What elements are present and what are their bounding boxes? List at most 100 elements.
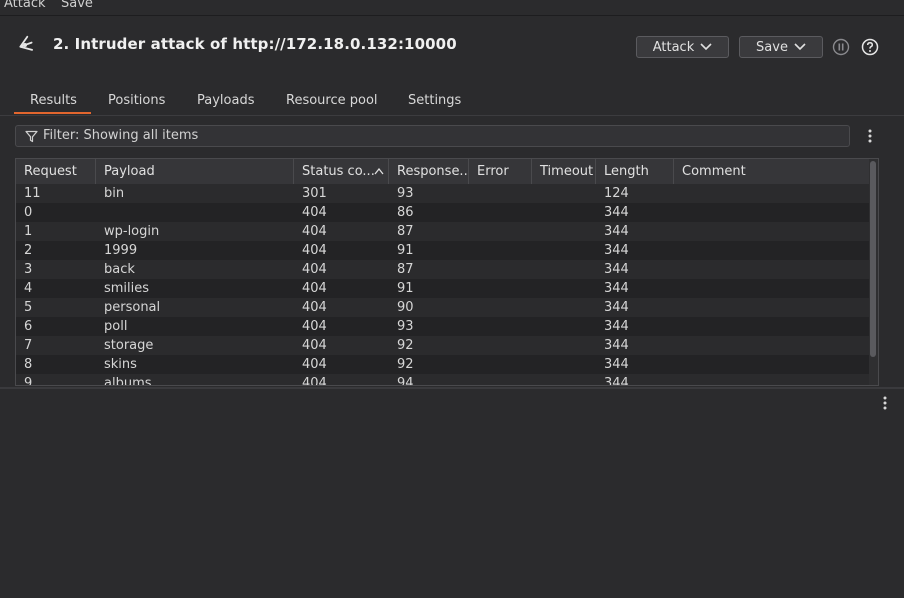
tab-bar: Results Positions Payloads Resource pool… [0,89,904,116]
vertical-scrollbar[interactable] [869,159,878,385]
cell-comment [674,374,869,385]
cell-status-code: 404 [302,281,327,296]
cell-payload: bin [104,186,125,201]
table-row[interactable]: 0 404 86 344 [16,203,869,222]
tab-resource-pool[interactable]: Resource pool [286,93,378,108]
cell-timeout [532,184,596,203]
cell-timeout [532,279,596,298]
column-header-timeout[interactable]: Timeout [532,159,596,184]
scrollbar-thumb[interactable] [870,161,876,357]
cell-request: 1 [24,224,33,239]
cell-response: 91 [397,243,414,258]
cell-length: 344 [604,357,629,372]
table-row[interactable]: 5 personal 404 90 344 [16,298,869,317]
table-body: 11 bin 301 93 124 0 404 86 344 1 wp-login 404 87 344 2… [16,184,869,386]
cell-status-code: 301 [302,186,327,201]
table-row[interactable]: 9 albums 404 94 344 [16,374,869,386]
cell-length: 344 [604,205,629,220]
table-row[interactable]: 3 back 404 87 344 [16,260,869,279]
table-row[interactable]: 8 skins 404 92 344 [16,355,869,374]
cell-request: 4 [24,281,33,296]
tab-positions[interactable]: Positions [108,93,165,108]
menu-bar: Attack Save [0,0,904,16]
cell-request: 11 [24,186,41,201]
back-arrow-icon[interactable] [14,34,36,56]
menu-attack[interactable]: Attack [4,0,46,11]
table-row[interactable]: 2 1999 404 91 344 [16,241,869,260]
filter-icon [25,130,38,143]
cell-comment [674,298,869,317]
cell-payload: wp-login [104,224,160,239]
tab-settings[interactable]: Settings [408,93,461,108]
cell-status-code: 404 [302,338,327,353]
chevron-down-icon [700,43,712,51]
cell-response: 94 [397,376,414,386]
save-button[interactable]: Save [739,36,823,58]
cell-length: 124 [604,186,629,201]
cell-response: 93 [397,319,414,334]
cell-comment [674,184,869,203]
column-header-response[interactable]: Response... [389,159,469,184]
cell-length: 344 [604,319,629,334]
table-row[interactable]: 4 smilies 404 91 344 [16,279,869,298]
cell-status-code: 404 [302,262,327,277]
attack-button[interactable]: Attack [636,36,729,58]
cell-timeout [532,374,596,385]
cell-status-code: 404 [302,224,327,239]
cell-request: 2 [24,243,33,258]
cell-response: 87 [397,224,414,239]
cell-payload: personal [104,300,161,315]
table-row[interactable]: 7 storage 404 92 344 [16,336,869,355]
cell-request: 7 [24,338,33,353]
filter-text: Filter: Showing all items [43,128,199,143]
cell-status-code: 404 [302,243,327,258]
tab-results[interactable]: Results [30,93,77,108]
cell-status-code: 404 [302,300,327,315]
filter-bar[interactable]: Filter: Showing all items [15,125,850,147]
cell-length: 344 [604,281,629,296]
kebab-menu-icon[interactable] [878,395,892,411]
menu-save[interactable]: Save [61,0,93,11]
cell-comment [674,222,869,241]
cell-length: 344 [604,262,629,277]
cell-error [469,222,532,241]
cell-comment [674,260,869,279]
column-header-comment[interactable]: Comment [674,159,869,184]
cell-timeout [532,203,596,222]
pause-icon[interactable] [832,38,850,56]
cell-comment [674,279,869,298]
column-header-status-code[interactable]: Status co... [294,159,389,184]
sort-ascending-icon [374,168,384,175]
results-table: Request Payload Status co... Response...… [15,158,879,386]
tab-payloads[interactable]: Payloads [197,93,254,108]
cell-length: 344 [604,300,629,315]
cell-comment [674,317,869,336]
cell-error [469,203,532,222]
cell-response: 92 [397,338,414,353]
lower-panel [0,389,904,598]
cell-payload: albums [104,376,152,386]
column-header-error[interactable]: Error [469,159,532,184]
cell-status-code: 404 [302,357,327,372]
cell-request: 9 [24,376,33,386]
cell-payload: poll [104,319,128,334]
help-icon[interactable] [861,38,879,56]
cell-comment [674,203,869,222]
column-header-length[interactable]: Length [596,159,674,184]
cell-comment [674,241,869,260]
cell-timeout [532,336,596,355]
attack-button-label: Attack [652,39,695,55]
cell-response: 92 [397,357,414,372]
column-header-status-code-label: Status co... [302,164,375,179]
table-row[interactable]: 6 poll 404 93 344 [16,317,869,336]
kebab-menu-icon[interactable] [863,128,877,144]
table-header: Request Payload Status co... Response...… [16,159,869,185]
cell-request: 6 [24,319,33,334]
cell-error [469,374,532,385]
column-header-payload[interactable]: Payload [96,159,294,184]
column-header-request[interactable]: Request [16,159,96,184]
cell-response: 86 [397,205,414,220]
cell-payload [96,203,294,222]
table-row[interactable]: 1 wp-login 404 87 344 [16,222,869,241]
table-row[interactable]: 11 bin 301 93 124 [16,184,869,203]
